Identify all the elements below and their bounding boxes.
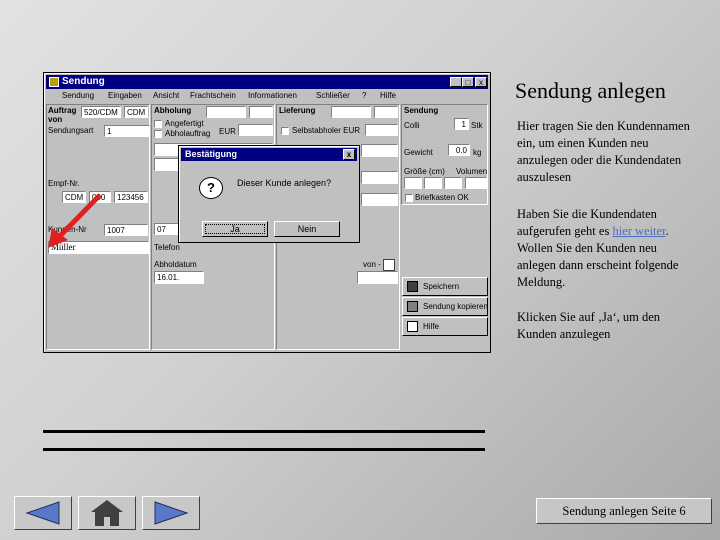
empf-field-3[interactable]: 123456 — [114, 191, 148, 203]
sendungsart-label: Sendungsart — [48, 126, 94, 135]
lieferung-field-5[interactable] — [361, 193, 398, 206]
groesse-field-2[interactable] — [424, 177, 442, 189]
kunden-nr-field[interactable]: 1007 — [104, 224, 148, 236]
selbstabholer-label: Selbstabholer EUR — [292, 126, 361, 135]
auftrag-code-field[interactable]: CDM — [124, 106, 148, 118]
groesse-field-3[interactable] — [444, 177, 462, 189]
red-arrow-icon — [48, 193, 102, 248]
hier-weiter-link[interactable]: hier weiter — [612, 224, 665, 238]
abholung-betrag-field[interactable] — [238, 124, 273, 136]
menu-frachtschein[interactable]: Frachtschein — [190, 90, 236, 102]
paragraph-intro: Hier tragen Sie den Kundennamen ein, um … — [517, 119, 690, 184]
maximize-button[interactable]: □ — [462, 77, 474, 87]
sendung-heading: Sendung — [404, 106, 439, 115]
volumen-label: Volumen — [456, 167, 488, 176]
minimize-button[interactable]: _ — [450, 77, 462, 87]
angefertigt-label: Angefertigt — [165, 119, 204, 128]
ja-button[interactable]: Ja — [202, 221, 268, 237]
forward-button[interactable] — [142, 496, 200, 530]
home-button[interactable] — [78, 496, 136, 530]
lieferung-field-1[interactable] — [331, 106, 371, 118]
lieferung-heading: Lieferung — [279, 106, 316, 115]
help-question-icon[interactable]: ? — [362, 90, 366, 102]
dialog-titlebar[interactable]: Bestätigung x — [181, 148, 357, 161]
menu-eingaben[interactable]: Eingaben — [108, 90, 142, 102]
abholung-field-2[interactable] — [249, 106, 273, 118]
back-triangle-icon — [25, 501, 60, 525]
window-titlebar[interactable]: Sendung _ □ x — [46, 75, 488, 89]
telefon-label: Telefon — [154, 243, 180, 252]
window-title: Sendung — [62, 76, 105, 87]
empf-label: Empf-Nr. — [48, 179, 80, 188]
menu-informationen[interactable]: Informationen — [248, 90, 297, 102]
forward-triangle-icon — [154, 501, 189, 525]
lieferung-field-3[interactable] — [361, 144, 398, 157]
paragraph-weiter: Haben Sie die Kundendaten aufgerufen geh… — [517, 206, 697, 291]
briefkasten-checkbox[interactable] — [405, 194, 413, 202]
divider-line-1 — [43, 430, 485, 433]
abholung-heading: Abholung — [154, 106, 192, 115]
abholauftrag-checkbox[interactable] — [154, 130, 162, 138]
kopieren-label: Sendung kopieren — [423, 302, 488, 311]
dialog-message: Dieser Kunde anlegen? — [237, 178, 332, 188]
app-icon — [49, 77, 59, 87]
sendung-panel: Sendung Colli 1 Stk Gewicht 0.0 kg Größe… — [401, 104, 488, 205]
colli-unit: Stk — [471, 121, 483, 130]
colli-field[interactable]: 1 — [454, 118, 469, 130]
help-book-icon — [407, 321, 418, 332]
angefertigt-checkbox[interactable] — [154, 120, 162, 128]
gewicht-label: Gewicht — [404, 148, 433, 157]
save-disk-icon — [407, 281, 418, 292]
abholauftrag-label: Abholauftrag — [165, 129, 211, 138]
briefkasten-label: Briefkasten OK — [415, 193, 469, 202]
dialog-close-button[interactable]: x — [343, 149, 355, 160]
lookup-icon[interactable] — [383, 259, 395, 271]
colli-label: Colli — [404, 121, 420, 130]
sendungsart-select[interactable]: 1 — [104, 125, 150, 137]
speichern-label: Speichern — [423, 282, 460, 291]
von-label: von — [48, 115, 63, 124]
kopieren-button[interactable]: Sendung kopieren — [402, 297, 488, 316]
question-icon: ? — [199, 177, 223, 199]
dialog-title: Bestätigung — [185, 149, 238, 159]
menu-bar: Sendung Eingaben Ansicht Frachtschein In… — [46, 90, 488, 102]
abholung-currency: EUR — [219, 127, 236, 136]
copy-icon — [407, 301, 418, 312]
hilfe-button[interactable]: Hilfe — [402, 317, 488, 336]
page-info: Sendung anlegen Seite 6 — [536, 498, 712, 524]
abholung-field-1[interactable] — [206, 106, 246, 118]
menu-ansicht[interactable]: Ansicht — [153, 90, 179, 102]
back-button[interactable] — [14, 496, 72, 530]
lieferung-betrag-field[interactable] — [365, 124, 398, 136]
volumen-field[interactable] — [465, 177, 487, 189]
groesse-field-1[interactable] — [404, 177, 422, 189]
selbstabholer-checkbox[interactable] — [281, 127, 289, 135]
groesse-label: Größe (cm) — [404, 167, 445, 176]
hilfe-label: Hilfe — [423, 322, 440, 331]
paragraph-klicken: Klicken Sie auf ‚Ja‘, um den Kunden anzu… — [517, 310, 661, 341]
menu-sendung[interactable]: Sendung — [62, 90, 94, 102]
lieferung-field-4[interactable] — [361, 171, 398, 184]
menu-schliesser[interactable]: Schließer — [316, 90, 350, 102]
slide-title: Sendung anlegen — [515, 78, 666, 103]
auftrag-field[interactable]: 520/CDM — [81, 106, 121, 118]
gewicht-field[interactable]: 0.0 — [448, 144, 470, 156]
lieferzeit-field[interactable] — [357, 271, 398, 284]
speichern-button[interactable]: Speichern — [402, 277, 488, 296]
abholdatum-field[interactable]: 16.01. — [154, 271, 204, 284]
nein-button[interactable]: Nein — [274, 221, 340, 237]
gewicht-unit: kg — [473, 148, 482, 157]
close-button[interactable]: x — [475, 77, 487, 87]
menu-hilfe[interactable]: Hilfe — [380, 90, 396, 102]
bestaetigung-dialog: Bestätigung x ? Dieser Kunde anlegen? Ja… — [178, 145, 360, 243]
abholdatum-label: Abholdatum — [154, 260, 197, 269]
divider-line-2 — [43, 448, 485, 451]
lieferung-field-2[interactable] — [374, 106, 398, 118]
home-icon — [91, 500, 123, 526]
